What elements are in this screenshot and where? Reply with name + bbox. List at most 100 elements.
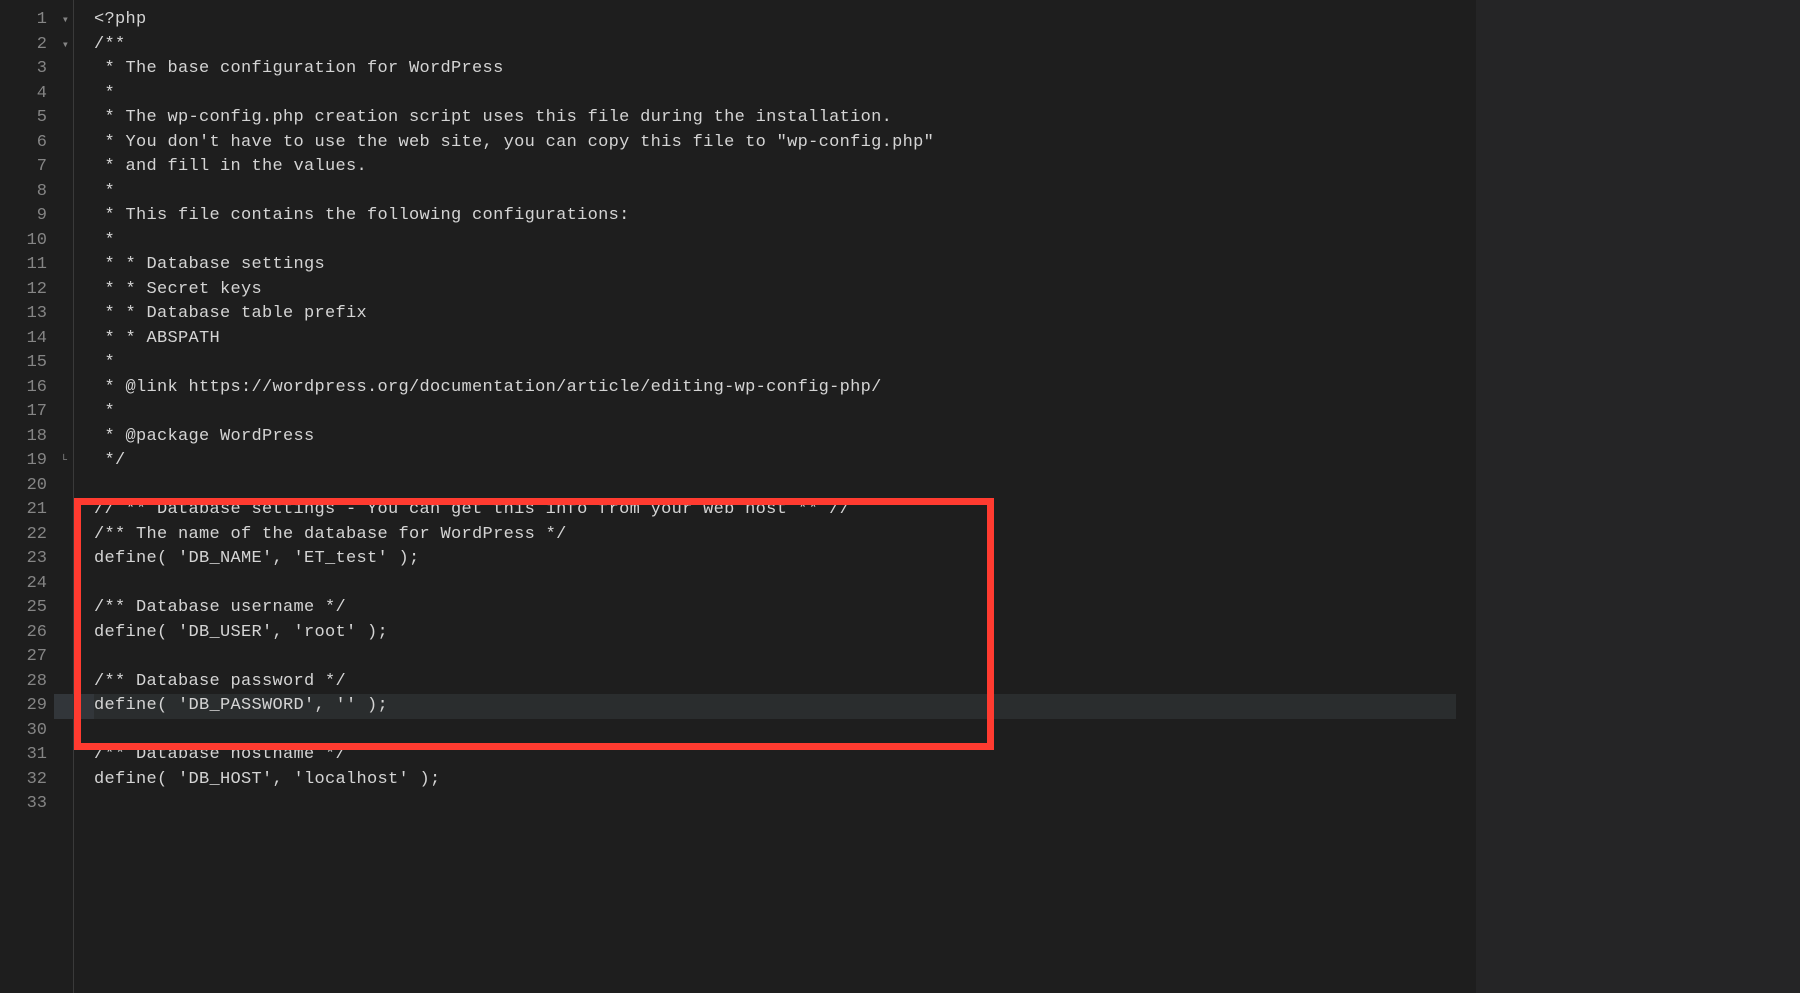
code-line[interactable]: /** Database hostname */ (94, 743, 1456, 768)
code-text: /** Database username */ (94, 598, 346, 617)
code-line[interactable]: /** Database password */ (94, 670, 1456, 695)
code-text: * * Database table prefix (94, 304, 367, 323)
code-line[interactable]: * (94, 82, 1456, 107)
code-editor: 1▾2▾345678910111213141516171819└20212223… (0, 0, 1800, 993)
code-text: * @link https://wordpress.org/documentat… (94, 378, 882, 397)
line-number[interactable]: 11 (0, 253, 73, 278)
code-line[interactable] (94, 719, 1456, 744)
line-number[interactable]: 31 (0, 743, 73, 768)
code-line[interactable]: * @link https://wordpress.org/documentat… (94, 376, 1456, 401)
code-line[interactable]: /** Database username */ (94, 596, 1456, 621)
code-line[interactable]: define( 'DB_HOST', 'localhost' ); (94, 768, 1456, 793)
line-number[interactable]: 23 (0, 547, 73, 572)
line-number[interactable]: 1▾ (0, 8, 73, 33)
line-number[interactable]: 10 (0, 229, 73, 254)
code-line[interactable]: * * Secret keys (94, 278, 1456, 303)
line-number[interactable]: 6 (0, 131, 73, 156)
code-text: * (94, 182, 115, 201)
line-number[interactable]: 13 (0, 302, 73, 327)
code-text: define( 'DB_PASSWORD', '' ); (94, 696, 388, 715)
code-text: * This file contains the following confi… (94, 206, 630, 225)
code-text: /** Database password */ (94, 672, 346, 691)
code-line[interactable]: * You don't have to use the web site, yo… (94, 131, 1456, 156)
line-number[interactable]: 12 (0, 278, 73, 303)
code-text: <?php (94, 10, 147, 29)
code-text: * The wp-config.php creation script uses… (94, 108, 892, 127)
code-text: * * Secret keys (94, 280, 262, 299)
line-number[interactable]: 14 (0, 327, 73, 352)
line-number[interactable]: 30 (0, 719, 73, 744)
line-number[interactable]: 26 (0, 621, 73, 646)
code-line[interactable]: * * Database settings (94, 253, 1456, 278)
code-text: * (94, 231, 115, 250)
code-line[interactable] (94, 474, 1456, 499)
code-text: * and fill in the values. (94, 157, 367, 176)
line-number[interactable]: 19└ (0, 449, 73, 474)
code-line[interactable]: * The base configuration for WordPress (94, 57, 1456, 82)
fold-arrow-icon[interactable]: ▾ (62, 8, 69, 33)
code-line[interactable]: /** The name of the database for WordPre… (94, 523, 1456, 548)
code-line[interactable]: * * Database table prefix (94, 302, 1456, 327)
code-text: /** Database hostname */ (94, 745, 346, 764)
line-number[interactable]: 25 (0, 596, 73, 621)
code-text: define( 'DB_USER', 'root' ); (94, 623, 388, 642)
line-number[interactable]: 3 (0, 57, 73, 82)
line-number[interactable]: 18 (0, 425, 73, 450)
code-line[interactable]: define( 'DB_NAME', 'ET_test' ); (94, 547, 1456, 572)
code-line[interactable] (94, 572, 1456, 597)
code-text: define( 'DB_NAME', 'ET_test' ); (94, 549, 420, 568)
code-line[interactable]: * and fill in the values. (94, 155, 1456, 180)
code-line[interactable]: <?php (94, 8, 1456, 33)
line-number[interactable]: 5 (0, 106, 73, 131)
minimap[interactable] (1456, 0, 1476, 993)
line-number-gutter[interactable]: 1▾2▾345678910111213141516171819└20212223… (0, 0, 74, 993)
line-number[interactable]: 9 (0, 204, 73, 229)
fold-end-icon: └ (60, 449, 67, 474)
line-number[interactable]: 22 (0, 523, 73, 548)
code-text: */ (94, 451, 126, 470)
code-text: * (94, 353, 115, 372)
line-number[interactable]: 2▾ (0, 33, 73, 58)
line-number[interactable]: 15 (0, 351, 73, 376)
line-number[interactable]: 21 (0, 498, 73, 523)
code-line[interactable]: define( 'DB_PASSWORD', '' ); (94, 694, 1456, 719)
line-number[interactable]: 24 (0, 572, 73, 597)
code-line[interactable]: * The wp-config.php creation script uses… (94, 106, 1456, 131)
code-text: * (94, 402, 115, 421)
line-number[interactable]: 20 (0, 474, 73, 499)
side-panel (1476, 0, 1800, 993)
code-line[interactable]: * * ABSPATH (94, 327, 1456, 352)
code-text: define( 'DB_HOST', 'localhost' ); (94, 770, 441, 789)
code-text: /** (94, 35, 126, 54)
code-line[interactable]: * (94, 351, 1456, 376)
code-line[interactable]: * (94, 229, 1456, 254)
line-number[interactable]: 17 (0, 400, 73, 425)
code-line[interactable]: * This file contains the following confi… (94, 204, 1456, 229)
code-line[interactable]: /** (94, 33, 1456, 58)
code-line[interactable]: */ (94, 449, 1456, 474)
code-line[interactable]: * @package WordPress (94, 425, 1456, 450)
line-number[interactable]: 8 (0, 180, 73, 205)
code-text: * @package WordPress (94, 427, 315, 446)
code-line[interactable] (94, 645, 1456, 670)
code-text: // ** Database settings - You can get th… (94, 500, 850, 519)
code-line[interactable] (94, 792, 1456, 817)
code-text: * * Database settings (94, 255, 325, 274)
line-number[interactable]: 27 (0, 645, 73, 670)
fold-arrow-icon[interactable]: ▾ (62, 33, 69, 58)
code-line[interactable]: * (94, 400, 1456, 425)
line-number[interactable]: 32 (0, 768, 73, 793)
code-text: * (94, 84, 115, 103)
code-line[interactable]: * (94, 180, 1456, 205)
line-number[interactable]: 16 (0, 376, 73, 401)
code-text: /** The name of the database for WordPre… (94, 525, 567, 544)
line-number[interactable]: 28 (0, 670, 73, 695)
code-text: * * ABSPATH (94, 329, 220, 348)
line-number[interactable]: 7 (0, 155, 73, 180)
code-line[interactable]: // ** Database settings - You can get th… (94, 498, 1456, 523)
code-text: * The base configuration for WordPress (94, 59, 504, 78)
code-line[interactable]: define( 'DB_USER', 'root' ); (94, 621, 1456, 646)
line-number[interactable]: 33 (0, 792, 73, 817)
code-content-area[interactable]: <?php /** * The base configuration for Wo… (74, 0, 1456, 993)
line-number[interactable]: 4 (0, 82, 73, 107)
